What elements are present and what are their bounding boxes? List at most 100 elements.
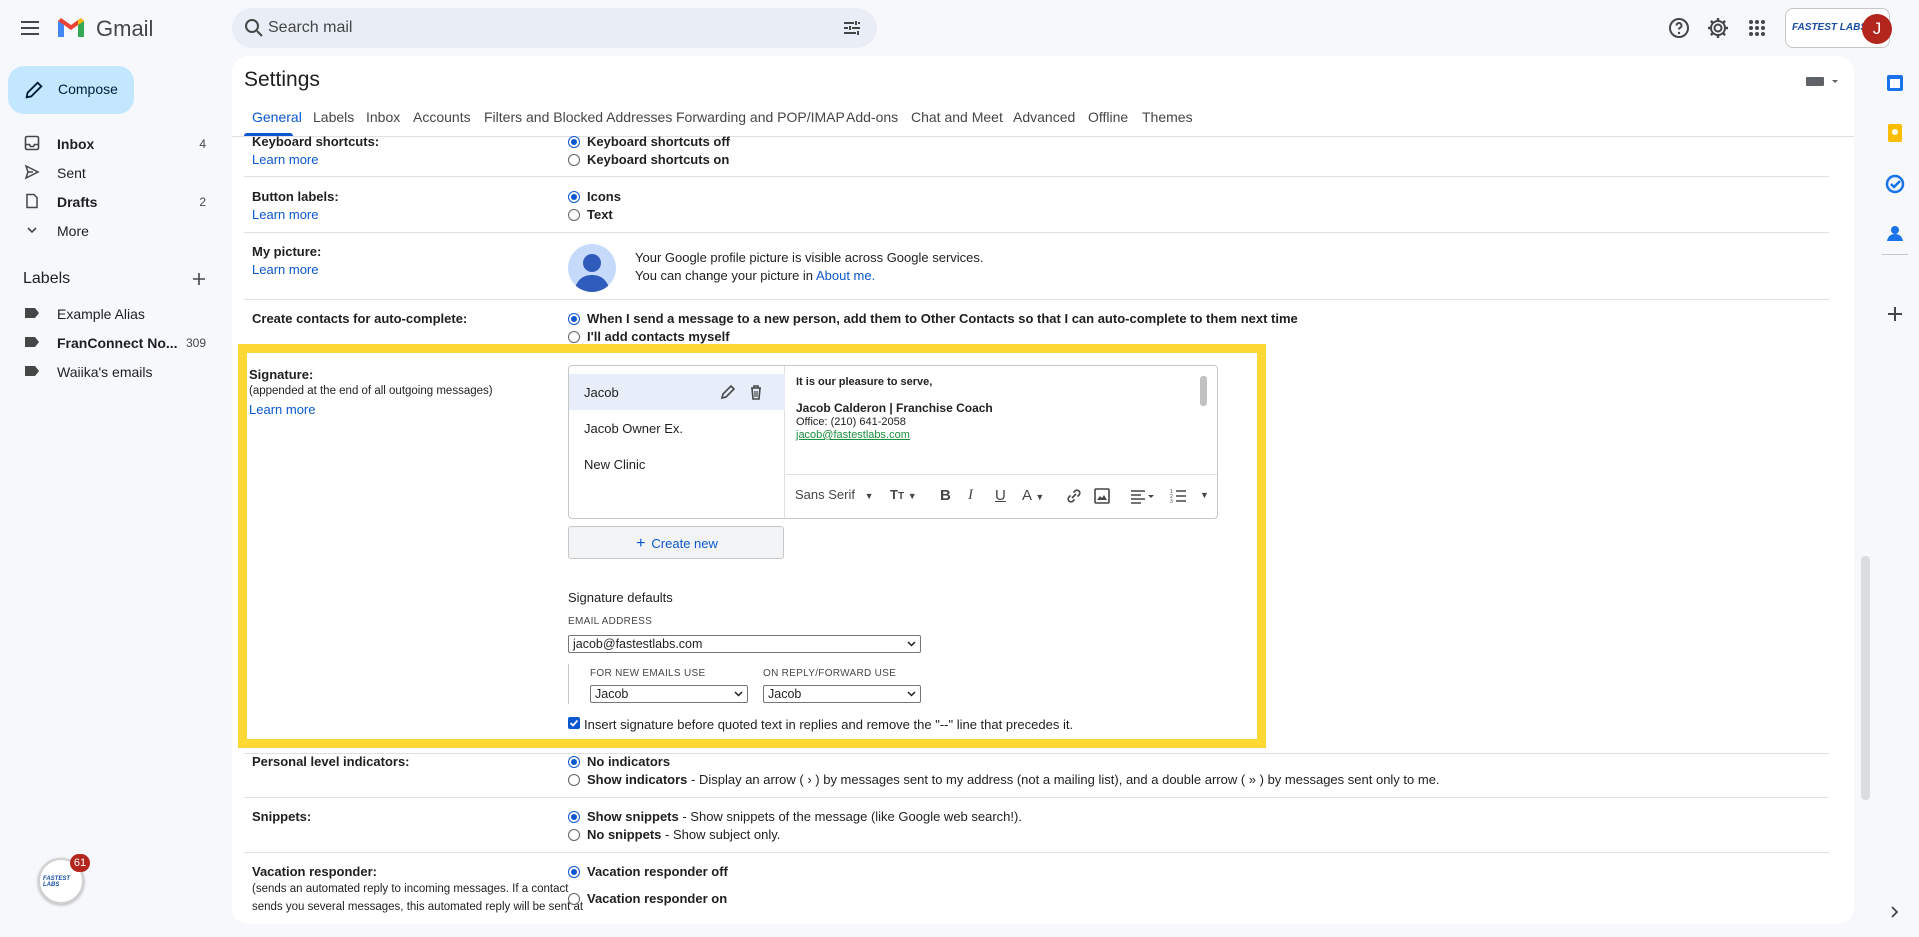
text-radio[interactable] <box>568 209 580 221</box>
add-label-icon[interactable] <box>190 270 208 288</box>
create-new-signature-button[interactable]: + Create new <box>568 526 784 559</box>
tab-labels[interactable]: Labels <box>313 109 354 125</box>
keyboard-on-label: Keyboard shortcuts on <box>587 152 730 167</box>
about-me-link[interactable]: About me. <box>816 268 875 283</box>
input-tools-icon[interactable] <box>1806 74 1840 88</box>
keyboard-off-radio[interactable] <box>568 136 580 148</box>
no-indicators-radio[interactable] <box>568 756 580 768</box>
reply-forward-signature-select[interactable]: Jacob <box>763 685 921 703</box>
insert-signature-checkbox[interactable] <box>568 717 580 729</box>
image-icon[interactable] <box>1093 487 1111 507</box>
learn-more-link[interactable]: Learn more <box>252 262 318 277</box>
show-snippets-radio[interactable] <box>568 811 580 823</box>
chevron-right-icon[interactable] <box>1886 904 1902 920</box>
create-new-label: + Create new <box>636 535 718 552</box>
signature-item-name: New Clinic <box>584 457 646 472</box>
add-addon-icon[interactable] <box>1884 303 1906 325</box>
tab-forwarding[interactable]: Forwarding and POP/IMAP <box>676 109 845 125</box>
signature-body-editor[interactable]: It is our pleasure to serve, Jacob Calde… <box>786 366 1217 474</box>
numbered-list-icon[interactable]: 123 <box>1169 487 1187 507</box>
manual-contacts-label: I'll add contacts myself <box>587 329 730 344</box>
bold-icon[interactable]: B <box>940 487 951 507</box>
vacation-off-radio[interactable] <box>568 866 580 878</box>
label-item-name: FranConnect No... <box>57 335 178 351</box>
apps-grid-icon[interactable] <box>1745 16 1769 40</box>
email-address-select[interactable]: jacob@fastestlabs.com <box>568 635 921 653</box>
tab-chat-meet[interactable]: Chat and Meet <box>911 109 1003 125</box>
learn-more-link[interactable]: Learn more <box>249 402 315 417</box>
tab-accounts[interactable]: Accounts <box>413 109 471 125</box>
keyboard-off-label: Keyboard shortcuts off <box>587 134 731 149</box>
tasks-icon[interactable] <box>1884 173 1906 195</box>
nav-item-drafts[interactable]: Drafts 2 <box>0 187 220 216</box>
font-size-icon[interactable]: TT ▼ <box>890 487 917 507</box>
signature-email-link[interactable]: jacob@fastestlabs.com <box>796 429 910 441</box>
chevron-down-icon <box>907 641 916 647</box>
auto-add-contacts-radio[interactable] <box>568 313 580 325</box>
compose-button[interactable]: Compose <box>8 66 134 114</box>
more-formatting-icon[interactable]: ▼ <box>1200 490 1209 510</box>
label-item-example-alias[interactable]: Example Alias <box>0 299 220 328</box>
show-snippets-name: Show snippets <box>587 809 679 824</box>
search-icon[interactable] <box>242 16 266 40</box>
label-item-waiikas-emails[interactable]: Waiika's emails <box>0 357 220 386</box>
tab-themes[interactable]: Themes <box>1142 109 1193 125</box>
account-avatar[interactable]: J <box>1862 14 1892 44</box>
nav-item-inbox[interactable]: Inbox 4 <box>0 129 220 158</box>
gear-icon[interactable] <box>1706 16 1730 40</box>
tab-filters[interactable]: Filters and Blocked Addresses <box>484 109 672 125</box>
keyboard-on-radio[interactable] <box>568 154 580 166</box>
tab-offline[interactable]: Offline <box>1088 109 1128 125</box>
signature-item-new-clinic[interactable]: New Clinic <box>569 446 785 482</box>
signature-scrollbar[interactable] <box>1200 376 1207 406</box>
main-menu-icon[interactable] <box>18 16 46 40</box>
icons-label: Icons <box>587 189 621 204</box>
row-divider <box>244 852 1829 853</box>
tab-inbox[interactable]: Inbox <box>366 109 400 125</box>
signature-subtitle: (appended at the end of all outgoing mes… <box>249 385 493 397</box>
tab-general[interactable]: General <box>252 109 302 125</box>
link-icon[interactable] <box>1065 487 1083 507</box>
tab-addons[interactable]: Add-ons <box>846 109 898 125</box>
show-indicators-desc: - Display an arrow ( › ) by messages sen… <box>687 772 1440 787</box>
tab-advanced[interactable]: Advanced <box>1013 109 1075 125</box>
floating-badge-logo-text: FASTEST LABS <box>43 876 71 888</box>
show-indicators-radio[interactable] <box>568 774 580 786</box>
text-color-icon[interactable]: A ▼ <box>1022 487 1044 507</box>
profile-picture-avatar[interactable] <box>568 244 616 292</box>
no-snippets-radio[interactable] <box>568 829 580 841</box>
pencil-icon[interactable] <box>719 383 737 401</box>
contacts-icon[interactable] <box>1884 222 1906 244</box>
icons-radio[interactable] <box>568 191 580 203</box>
manual-contacts-radio[interactable] <box>568 331 580 343</box>
floating-app-badge[interactable]: FASTEST LABS 61 <box>38 854 90 904</box>
signature-item-jacob-owner-ex[interactable]: Jacob Owner Ex. <box>569 410 785 446</box>
tabs-divider <box>232 136 1854 137</box>
font-family-value: Sans Serif <box>795 487 855 502</box>
nav-item-label: Inbox <box>57 136 95 152</box>
align-icon[interactable] <box>1129 487 1155 507</box>
signature-item-jacob[interactable]: Jacob <box>569 374 785 410</box>
help-icon[interactable] <box>1667 16 1691 40</box>
learn-more-link[interactable]: Learn more <box>252 207 318 222</box>
label-item-franconnect[interactable]: FranConnect No... 309 <box>0 328 220 357</box>
nav-item-more[interactable]: More <box>0 216 220 245</box>
search-options-icon[interactable] <box>840 16 864 40</box>
search-input[interactable] <box>268 18 788 38</box>
trash-icon[interactable] <box>747 383 765 401</box>
vacation-on-radio[interactable] <box>568 893 580 905</box>
calendar-icon[interactable] <box>1884 72 1906 94</box>
underline-icon[interactable]: U <box>995 487 1006 507</box>
show-indicators-label: Show indicators - Display an arrow ( › )… <box>587 772 1440 787</box>
learn-more-link[interactable]: Learn more <box>252 152 318 167</box>
font-family-select[interactable]: Sans Serif ▼ <box>795 487 874 507</box>
keep-icon[interactable] <box>1884 122 1906 144</box>
main-scrollbar-thumb[interactable] <box>1861 556 1870 800</box>
italic-icon[interactable]: I <box>968 487 973 507</box>
nav-item-sent[interactable]: Sent <box>0 158 220 187</box>
gmail-logo-icon[interactable] <box>56 15 86 41</box>
new-emails-signature-select[interactable]: Jacob <box>590 685 748 703</box>
signature-greeting: It is our pleasure to serve, <box>796 376 933 388</box>
label-tag-icon <box>25 337 39 347</box>
search-bar[interactable] <box>232 8 877 48</box>
